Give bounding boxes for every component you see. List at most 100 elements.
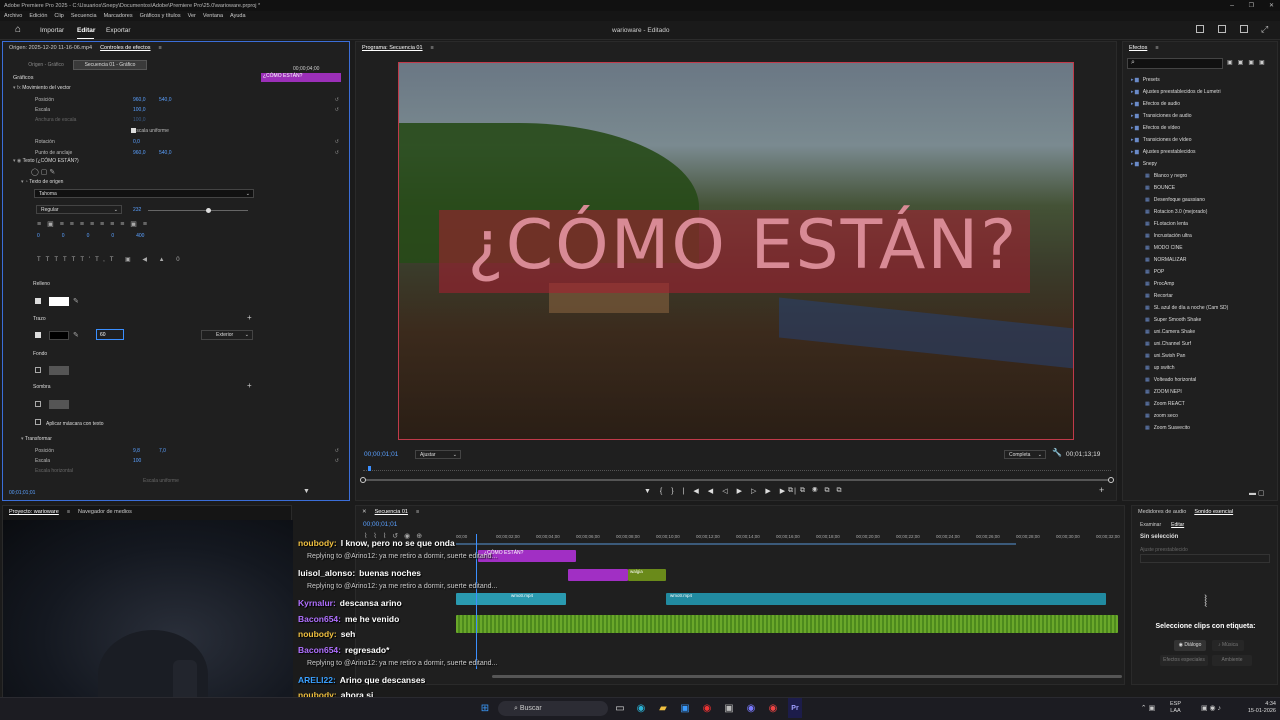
project-tab[interactable]: Proyecto: warioware [9,509,59,515]
effects-tab[interactable]: Efectos [1129,45,1147,51]
shadow-checkbox[interactable] [35,401,41,407]
music-button[interactable]: ♪ Música [1212,640,1244,651]
timeline-scroll[interactable] [492,675,1122,678]
dialog-button[interactable]: ◉ Diálogo [1174,640,1206,651]
premiere-icon[interactable]: Pr [788,698,802,718]
t-hscale-row[interactable]: Escala horizontal [13,466,341,475]
media-browser-tab[interactable]: Navegador de medios [78,509,132,515]
language-indicator[interactable]: ESP LAA [1170,701,1181,715]
home-icon[interactable]: ⌂ [15,24,21,35]
program-tab[interactable]: Programa: Secuencia 01 [362,45,423,51]
fill-checkbox[interactable] [35,298,41,304]
timeline-close-icon[interactable]: ✕ [362,509,367,515]
add-button-icon[interactable]: + [1099,485,1104,495]
font-dropdown[interactable]: Tahoma ⌄ [34,189,254,198]
mask-row[interactable]: Aplicar máscara con texto [35,419,104,427]
workspace-icon[interactable] [1196,25,1204,33]
transport-controls[interactable]: ▼{}|◀◀◁▶▷▶▶| [644,487,805,495]
edit-tab[interactable]: Editar [1171,522,1184,528]
menu-graficos[interactable]: Gráficos y títulos [140,13,181,19]
timeline-ruler[interactable]: 00;00 00;00;02;00 00;00;04;00 00;00;06;00 00… [456,534,1120,542]
effects-preset[interactable]: ▦ Rotacion 3.0 (mejorado) [1145,206,1207,217]
title-overlay-text[interactable]: ¿CÓMO ESTÁN? [443,206,1043,285]
effects-folder[interactable]: ▸ ▆ Transiciones de audio [1131,110,1191,121]
uniform-scale-row[interactable]: Escala uniforme [13,126,341,135]
tracking-row[interactable]: 0 0 0 0 400 [37,233,144,239]
font-size-value[interactable]: 232 [133,207,141,213]
menu-marcadores[interactable]: Marcadores [104,13,133,19]
video-clip-a[interactable]: wmotr.mp4 [456,593,566,605]
sfx-button[interactable]: Efectos especiales [1160,655,1208,666]
discord-icon[interactable]: ◉ [744,698,758,718]
app-icon[interactable]: ▣ [722,698,736,718]
taskview-icon[interactable]: ▭ [614,698,626,718]
clip-label[interactable]: ¿CÓMO ESTÁN? [261,73,341,82]
effects-preset[interactable]: ▦ ZOOM NEPI [1145,386,1182,397]
export-frame-icons[interactable]: ⧉⧉◉⧉⧉ [788,487,849,495]
background-checkbox[interactable] [35,367,41,373]
tab-importar[interactable]: Importar [40,27,64,34]
effects-preset[interactable]: ▦ BOUNCE [1145,182,1175,193]
quality-dropdown[interactable]: Completa ⌄ [1004,450,1046,459]
effects-preset[interactable]: ▦ FLotacion lenta [1145,218,1188,229]
chrome-icon[interactable]: ◉ [766,698,780,718]
menu-edicion[interactable]: Edición [29,13,47,19]
program-scrub-bar[interactable] [363,466,1111,471]
system-icons[interactable]: ▣ ◉ ♪ [1188,698,1234,718]
small-clip-a[interactable] [568,569,628,581]
ambience-button[interactable]: Ambiente [1212,655,1252,666]
effects-folder[interactable]: ▸ ▆ Efectos de vídeo [1131,122,1180,133]
effects-preset[interactable]: ▦ Blanco y negro [1145,170,1187,181]
sequence-tab[interactable]: Secuencia 01 [375,509,408,515]
fill-swatch[interactable] [49,297,69,306]
program-menu-icon[interactable]: ≡ [431,45,434,51]
effects-preset[interactable]: ▦ Zoom Suavecito [1145,422,1190,433]
menu-ayuda[interactable]: Ayuda [230,13,246,19]
wrench-icon[interactable]: 🔧 [1052,448,1062,457]
panel-icon[interactable] [1240,25,1248,33]
clock[interactable]: 4:34 15-01-2026 [1236,701,1276,715]
sequence-button[interactable]: Secuencia 01 - Gráfico [73,60,147,70]
tab-exportar[interactable]: Exportar [106,27,131,34]
video-clip-b[interactable]: wmotr.mp4 [666,593,1106,605]
effects-preset[interactable]: ▦ MODO CINE [1145,242,1183,253]
transform-row[interactable]: ▾ Transformar [21,436,52,442]
t-uniform-row[interactable]: Escala uniforme [13,476,341,485]
scale-width-row[interactable]: Anchura de escala 100,0 [13,115,341,124]
tab-editar[interactable]: Editar [77,27,95,34]
tab-effect-controls[interactable]: Controles de efectos [100,45,150,51]
t-scale-row[interactable]: Escala 100 ↺ [13,456,341,465]
small-clip-b[interactable]: walgia [628,569,666,581]
fit-dropdown[interactable]: Ajustar ⌄ [415,450,461,459]
rotation-row[interactable]: Rotación 0,0 ↺ [13,137,341,146]
source-text-row[interactable]: ▾ ◔ Texto de origen [21,179,63,185]
vector-motion-row[interactable]: ▾ fx Movimiento del vector [13,85,71,91]
close-button[interactable]: ✕ [1269,2,1274,9]
stroke-eyedropper-icon[interactable]: ✎ [73,331,79,339]
fullscreen-icon[interactable]: ⤢ [1261,24,1268,35]
add-shadow-icon[interactable]: + [247,381,252,390]
tray-icons[interactable]: ⌃ ▣ [1128,698,1168,718]
menu-ver[interactable]: Ver [188,13,196,19]
t-pos-row[interactable]: Posición 9,8 7,0 ↺ [13,446,341,455]
effects-preset[interactable]: ▦ uni.Swish Pan [1145,350,1185,361]
scale-row[interactable]: Escala 100,0 ↺ [13,105,341,114]
effects-preset[interactable]: ▦ up switch [1145,362,1175,373]
style-dropdown[interactable]: Regular ⌄ [36,205,122,214]
origin-button[interactable]: Origen - Gráfico [23,60,69,70]
effects-tool-icons[interactable]: ▣▣▣▣ [1227,59,1270,66]
pos-row[interactable]: Posición 960,0 540,0 ↺ [13,95,341,104]
stroke-swatch[interactable] [49,331,69,340]
tab-source[interactable]: Origen: 2025-12-20 11-16-06.mp4 [9,45,92,51]
filter-icon[interactable]: ▼ [303,488,310,495]
menu-clip[interactable]: Clip [54,13,63,19]
playhead[interactable] [368,466,371,471]
program-timecode[interactable]: 00;00;01;01 [364,451,398,458]
menu-icon[interactable]: ≡ [159,45,162,51]
anchor-row[interactable]: Punto de anclaje 960,0 540,0 ↺ [13,148,341,157]
opera-icon[interactable]: ◉ [700,698,714,718]
add-stroke-icon[interactable]: + [247,313,252,322]
menu-secuencia[interactable]: Secuencia [71,13,97,19]
effects-preset[interactable]: ▦ NORMALIZAR [1145,254,1187,265]
text-layer-row[interactable]: ▾ ◉ Texto (¿CÓMO ESTÁN?) [13,158,79,164]
